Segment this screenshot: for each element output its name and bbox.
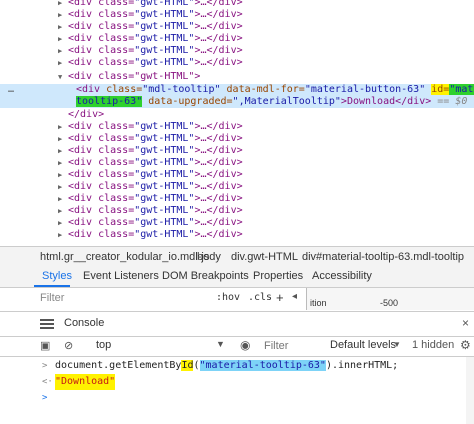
close-drawer-icon[interactable]: × (462, 316, 469, 330)
selected-dom-node[interactable]: … <div class="mdl-tooltip" data-mdl-for=… (0, 84, 474, 108)
dom-node-collapsed[interactable]: ▶ <div class="gwt-HTML">…</div> (58, 9, 243, 21)
id-attr-highlight: id= (431, 84, 450, 95)
styles-filter-input[interactable]: Filter (40, 292, 64, 304)
expand-triangle-icon[interactable]: ▶ (58, 145, 68, 157)
breadcrumb-item-selected[interactable]: div#material-tooltip-63.mdl-tooltip (302, 251, 464, 263)
tab-styles[interactable]: Styles (42, 270, 72, 282)
gear-icon[interactable]: ⚙ (460, 338, 471, 352)
dom-node-collapsed[interactable]: ▶ <div class="gwt-HTML">…</div> (58, 0, 243, 9)
dom-node-collapsed[interactable]: ▶ <div class="gwt-HTML">…</div> (58, 45, 243, 57)
dom-node-collapsed[interactable]: ▶ <div class="gwt-HTML">…</div> (58, 217, 243, 229)
hidden-messages-count: 1 hidden (412, 339, 455, 351)
console-input-line: > document.getElementById("material-tool… (0, 358, 474, 374)
breadcrumb: html.gr__creator_kodular_io.mdl-js body … (0, 246, 474, 268)
console-toolbar: ▣ ⊘ top ▼ ◉ Default levels ▼ 1 hidden ⚙ (0, 336, 474, 357)
node-actions-ellipsis[interactable]: … (8, 84, 14, 95)
result-prompt-icon: <· (42, 377, 53, 387)
new-style-rule-button[interactable]: + (276, 290, 284, 305)
id-highlight: Id (181, 360, 194, 371)
live-expression-eye-icon[interactable]: ◉ (240, 338, 250, 352)
clear-console-icon[interactable]: ⊘ (64, 339, 73, 352)
log-levels-select[interactable]: Default levels (330, 339, 396, 351)
tab-accessibility[interactable]: Accessibility (312, 270, 372, 282)
collapse-triangle-icon[interactable]: ▼ (58, 71, 68, 83)
dom-node-collapsed[interactable]: ▶ <div class="gwt-HTML">…</div> (58, 21, 243, 33)
box-model-position-label: ition (310, 298, 327, 308)
expand-triangle-icon[interactable]: ▶ (58, 21, 68, 33)
hov-toggle-button[interactable]: :hov (216, 292, 240, 303)
expand-triangle-icon[interactable]: ▶ (58, 45, 68, 57)
console-result-line: <· "Download" (0, 374, 474, 390)
box-model-position-value: -500 (380, 298, 399, 308)
execution-context-select[interactable]: top (96, 339, 111, 351)
dom-node-collapsed[interactable]: ▶ <div class="gwt-HTML">…</div> (58, 133, 243, 145)
console-prompt-icon: > (42, 393, 48, 403)
expand-triangle-icon[interactable]: ▶ (58, 193, 68, 205)
expand-triangle-icon[interactable]: ▶ (58, 217, 68, 229)
tab-event-listeners[interactable]: Event Listeners (83, 270, 159, 282)
expand-triangle-icon[interactable]: ▶ (58, 181, 68, 193)
dom-node-collapsed[interactable]: ▶ <div class="gwt-HTML">…</div> (58, 181, 243, 193)
console-prompt-line[interactable]: > (0, 390, 474, 406)
tab-dom-breakpoints[interactable]: DOM Breakpoints (162, 270, 249, 282)
console-result-value[interactable]: "Download" (55, 374, 116, 390)
console-tab[interactable]: Console (64, 317, 104, 329)
argument-highlight: "material-tooltip-63" (199, 360, 326, 371)
expand-triangle-icon[interactable]: ▶ (58, 205, 68, 217)
dom-node-expanded[interactable]: ▼ <div class="gwt-HTML"> (58, 71, 200, 83)
dom-node-collapsed[interactable]: ▶ <div class="gwt-HTML">…</div> (58, 57, 243, 69)
dom-node-collapsed[interactable]: ▶ <div class="gwt-HTML">…</div> (58, 169, 243, 181)
dom-node-collapsed[interactable]: ▶ <div class="gwt-HTML">…</div> (58, 157, 243, 169)
id-value-highlight: tooltip-63" (76, 96, 143, 107)
breadcrumb-item-body[interactable]: body (197, 251, 221, 263)
show-sidebar-icon[interactable]: ▣ (40, 339, 50, 352)
active-tab-indicator (34, 285, 70, 287)
dom-node-collapsed[interactable]: ▶ <div class="gwt-HTML">…</div> (58, 229, 243, 241)
elements-dom-tree: ▶ <div class="gwt-HTML">…</div> ▶ <div cla… (0, 0, 474, 246)
breadcrumb-item-html[interactable]: html.gr__creator_kodular_io.mdl-js (40, 251, 209, 263)
expand-triangle-icon[interactable]: ▶ (58, 229, 68, 241)
dom-node-collapsed[interactable]: ▶ <div class="gwt-HTML">…</div> (58, 145, 243, 157)
console-output: > document.getElementById("material-tool… (0, 357, 474, 424)
styles-filter-row: Filter :hov .cls + ◂ ition -500 (0, 288, 474, 310)
chevron-down-icon[interactable]: ▼ (216, 339, 225, 349)
chevron-down-icon[interactable]: ▼ (393, 340, 401, 349)
breadcrumb-item-div-gwt[interactable]: div.gwt-HTML (231, 251, 298, 263)
expand-triangle-icon[interactable]: ▶ (58, 169, 68, 181)
cls-toggle-button[interactable]: .cls (248, 292, 272, 303)
expand-triangle-icon[interactable]: ▶ (58, 0, 68, 9)
toggle-element-state-icon[interactable]: ◂ (292, 291, 297, 302)
dom-node-collapsed[interactable]: ▶ <div class="gwt-HTML">…</div> (58, 33, 243, 45)
dom-node-collapsed[interactable]: ▶ <div class="gwt-HTML">…</div> (58, 121, 243, 133)
expand-triangle-icon[interactable]: ▶ (58, 9, 68, 21)
expand-triangle-icon[interactable]: ▶ (58, 121, 68, 133)
drawer-menu-icon[interactable] (40, 319, 54, 329)
expand-triangle-icon[interactable]: ▶ (58, 157, 68, 169)
expand-triangle-icon[interactable]: ▶ (58, 33, 68, 45)
input-prompt-icon: > (42, 361, 48, 371)
id-value-highlight: "material- (449, 84, 474, 95)
expand-triangle-icon[interactable]: ▶ (58, 133, 68, 145)
tab-properties[interactable]: Properties (253, 270, 303, 282)
expand-triangle-icon[interactable]: ▶ (58, 57, 68, 69)
console-filter-input[interactable] (262, 337, 326, 355)
console-scrollbar[interactable] (466, 357, 474, 424)
console-drawer-header: Console × (0, 311, 474, 337)
dom-node-collapsed[interactable]: ▶ <div class="gwt-HTML">…</div> (58, 193, 243, 205)
dom-node-collapsed[interactable]: ▶ <div class="gwt-HTML">…</div> (58, 205, 243, 217)
sidebar-tabs: Styles Event Listeners DOM Breakpoints P… (0, 267, 474, 288)
dom-close-tag: </div> (68, 109, 105, 120)
